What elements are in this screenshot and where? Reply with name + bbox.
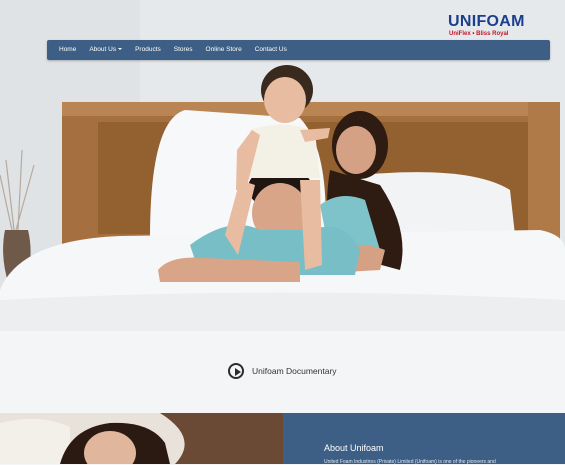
logo-subtext: UniFlex • Bliss Royal bbox=[449, 31, 509, 37]
unifoam-logo[interactable]: UNIFOAM UniFlex • Bliss Royal bbox=[448, 14, 524, 38]
caret-down-icon bbox=[118, 48, 123, 51]
nav-contact-us[interactable]: Contact Us bbox=[255, 40, 287, 60]
hero-banner: UNIFOAM UniFlex • Bliss Royal Home About… bbox=[0, 0, 565, 331]
nav-online-store[interactable]: Online Store bbox=[206, 40, 242, 60]
documentary-link[interactable]: Unifoam Documentary bbox=[228, 361, 337, 381]
nav-products[interactable]: Products bbox=[135, 40, 161, 60]
about-text: United Foam Industries (Private) Limited… bbox=[324, 459, 496, 465]
main-navbar: Home About Us Products Stores Online Sto… bbox=[47, 40, 550, 60]
play-circle-icon[interactable] bbox=[228, 363, 244, 379]
nav-about-us[interactable]: About Us bbox=[89, 40, 123, 60]
logo-text: UNIFOAM bbox=[448, 13, 525, 30]
woman-on-mattress-image bbox=[0, 413, 283, 464]
nav-stores[interactable]: Stores bbox=[174, 40, 193, 60]
nav-home[interactable]: Home bbox=[59, 40, 76, 60]
documentary-label: Unifoam Documentary bbox=[252, 366, 337, 376]
about-title: About Unifoam bbox=[324, 443, 384, 453]
about-panel: About Unifoam United Foam Industries (Pr… bbox=[283, 413, 565, 465]
nav-about-us-label: About Us bbox=[89, 46, 117, 53]
about-image bbox=[0, 413, 283, 464]
